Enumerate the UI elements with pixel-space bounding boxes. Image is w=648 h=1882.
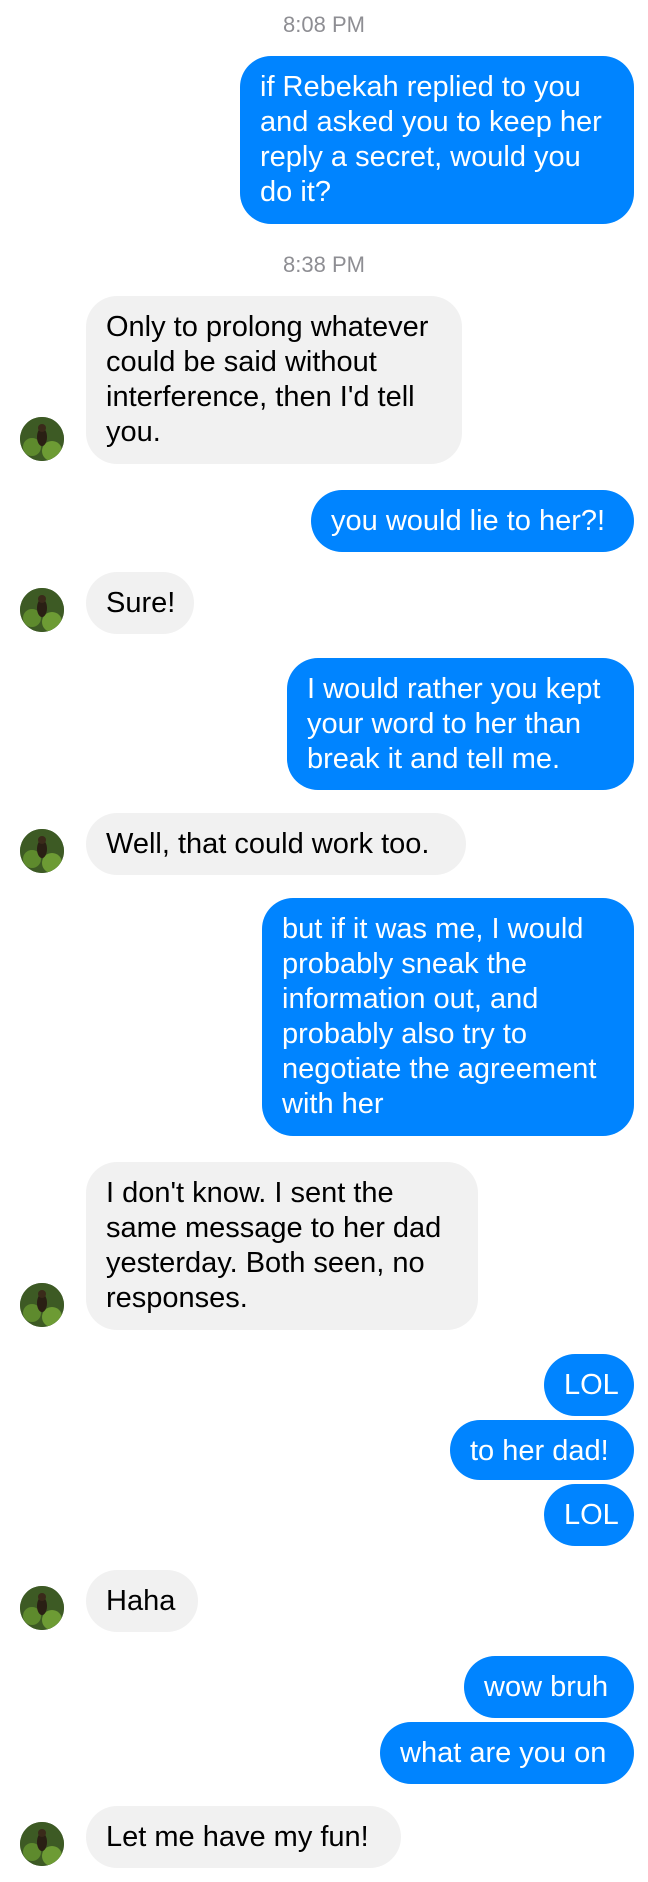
outgoing-message[interactable]: I would rather you kept your word to her… [287,658,634,790]
avatar-photo-icon [20,1283,64,1327]
contact-avatar[interactable] [20,417,64,461]
timestamp: 8:08 PM [283,12,365,37]
avatar-photo-icon [20,1586,64,1630]
outgoing-message[interactable]: you would lie to her?! [311,490,634,552]
avatar-photo-icon [20,829,64,873]
incoming-message[interactable]: Sure! [86,572,194,634]
incoming-message[interactable]: Let me have my fun! [86,1806,401,1868]
incoming-message[interactable]: Haha [86,1570,198,1632]
incoming-message[interactable]: I don't know. I sent the same message to… [86,1162,478,1330]
avatar-photo-icon [20,588,64,632]
contact-avatar[interactable] [20,588,64,632]
outgoing-message[interactable]: but if it was me, I would probably sneak… [262,898,634,1136]
avatar-photo-icon [20,417,64,461]
incoming-message[interactable]: Well, that could work too. [86,813,466,875]
outgoing-message[interactable]: what are you on [380,1722,634,1784]
avatar-photo-icon [20,1822,64,1866]
outgoing-message[interactable]: LOL [544,1484,634,1546]
contact-avatar[interactable] [20,1283,64,1327]
outgoing-message[interactable]: LOL [544,1354,634,1416]
contact-avatar[interactable] [20,1822,64,1866]
outgoing-message[interactable]: if Rebekah replied to you and asked you … [240,56,634,224]
contact-avatar[interactable] [20,829,64,873]
contact-avatar[interactable] [20,1586,64,1630]
incoming-message[interactable]: Only to prolong whatever could be said w… [86,296,462,464]
outgoing-message[interactable]: wow bruh [464,1656,634,1718]
timestamp: 8:38 PM [283,252,365,277]
outgoing-message[interactable]: to her dad! [450,1420,634,1480]
